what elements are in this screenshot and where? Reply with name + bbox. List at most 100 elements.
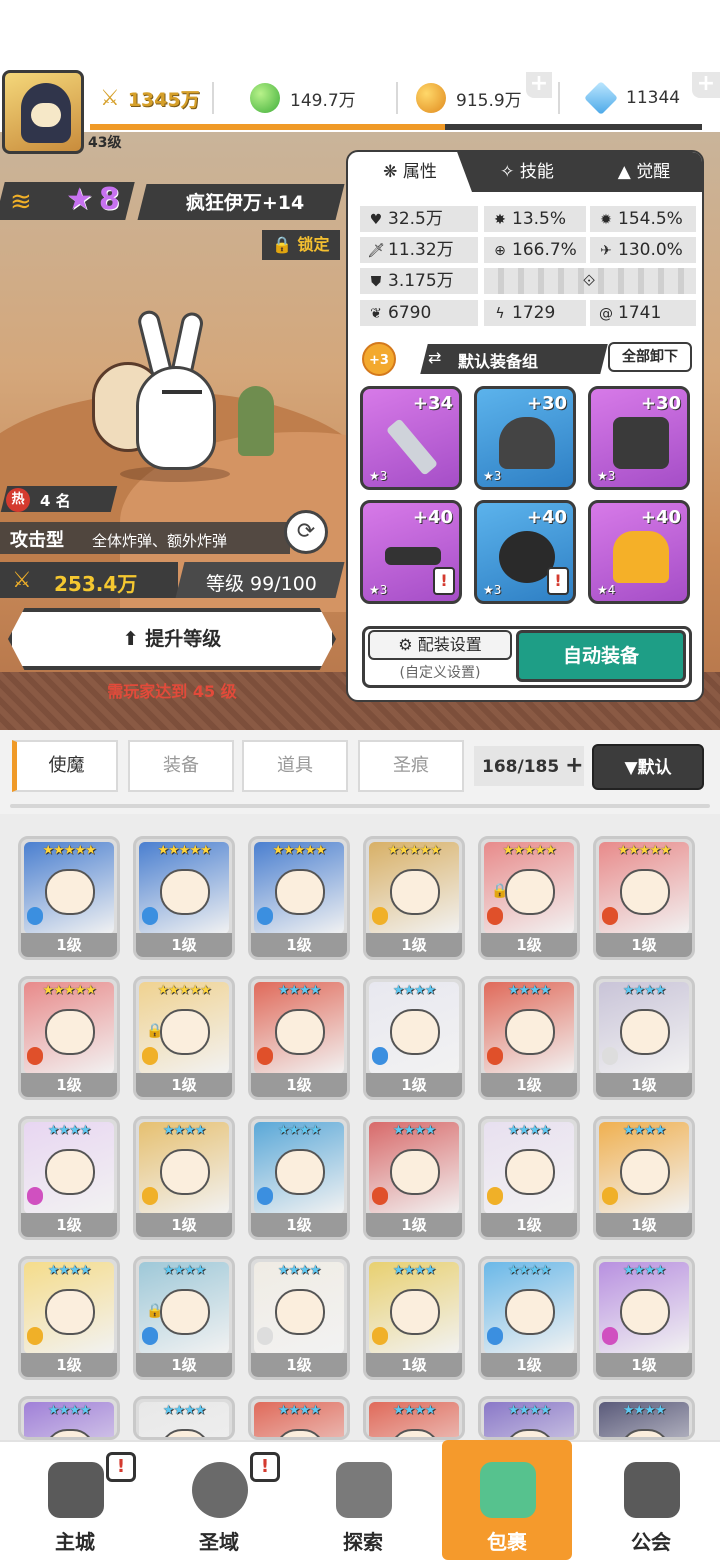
familiar-card[interactable]: ★★★★ 1级 [363,976,465,1100]
familiar-card[interactable]: ★★★★ 1级 [18,1116,120,1240]
nav-guild[interactable]: 公会 [586,1440,716,1560]
familiar-face [45,869,95,915]
familiar-card[interactable]: ★★★★ 1级 [363,1116,465,1240]
familiar-card[interactable]: ★★★★ 1级 [478,976,580,1100]
power-resource: ⚔ 1345万 [100,78,214,118]
element-icon [602,1327,618,1345]
boots-icon [613,531,669,583]
tab-awaken[interactable]: ▲ 觉醒 [582,152,702,192]
familiar-stars: ★★★★★ [387,843,441,858]
tab-stigmata[interactable]: 圣痕 [358,740,464,792]
familiar-card[interactable]: ★★★★ [133,1396,235,1440]
enhance-level: +40 [412,507,453,528]
familiar-card[interactable]: ★★★★ 1级 [478,1116,580,1240]
familiar-card[interactable]: ★★★★ 1级 [248,1256,350,1380]
familiar-card[interactable]: ★★★★ [18,1396,120,1440]
sort-dropdown[interactable]: ▼默认 [592,744,704,790]
tab-skills[interactable]: ✧ 技能 [472,152,582,192]
player-avatar[interactable] [2,70,84,154]
equip-stars: ★3 [597,469,616,483]
familiar-card[interactable]: ★★★★ 1级 [248,976,350,1100]
nav-castle[interactable]: 主城! [10,1440,140,1560]
wing-icon: ✈ [600,243,612,259]
rotate-view-button[interactable]: ⟳ [284,510,328,554]
info-icon[interactable]: ⟐ [574,268,604,294]
equip-slot-sword[interactable]: +34 ★3 [360,386,462,490]
familiar-stars: ★★★★ [392,1123,437,1138]
familiar-card[interactable]: ★★★★★ 🔒 1级 [133,976,235,1100]
diamond-resource[interactable]: 11344 [584,78,680,118]
nav-sword[interactable]: 探索 [298,1440,428,1560]
familiar-face [275,869,325,915]
swap-set-icon[interactable]: ⇄ [428,348,441,367]
equip-slot-belt[interactable]: +40 ★3! [360,500,462,604]
familiar-card[interactable]: ★★★★★ 1级 [363,836,465,960]
familiar-level: 1级 [596,1073,692,1097]
familiar-card[interactable]: ★★★★ 1级 [593,1256,695,1380]
hot-badge: 热 [6,488,30,512]
nav-label: 公会 [631,1530,671,1554]
tab-items[interactable]: 道具 [242,740,348,792]
familiar-card[interactable]: ★★★★ [248,1396,350,1440]
element-icon [27,907,43,925]
hero-character[interactable] [136,366,216,470]
familiar-stars: ★★★★ [277,1403,322,1418]
familiar-card[interactable]: ★★★★ 1级 [133,1116,235,1240]
lock-button[interactable]: 🔒 锁定 [262,230,340,260]
element-icon [487,1327,503,1345]
equip-slot-necklace[interactable]: +40 ★3! [474,500,576,604]
equip-slot-armor[interactable]: +30 ★3 [588,386,690,490]
tab-attributes[interactable]: ❋ 属性 [348,152,472,192]
familiar-level: 1级 [136,1073,232,1097]
stat-3: @1741 [590,300,696,326]
familiar-card[interactable]: ★★★★ [593,1396,695,1440]
element-icon [487,907,503,925]
element-icon [257,1187,273,1205]
familiar-card[interactable]: ★★★★ 🔒 1级 [133,1256,235,1380]
familiar-card[interactable]: ★★★★ 1级 [248,1116,350,1240]
familiar-card[interactable]: ★★★★ 1级 [363,1256,465,1380]
element-icon [487,1047,503,1065]
list-divider [10,804,710,808]
unload-all-button[interactable]: 全部卸下 [608,342,692,372]
element-icon [602,1047,618,1065]
tab-equipment[interactable]: 装备 [128,740,234,792]
familiar-card[interactable]: ★★★★★ 1级 [248,836,350,960]
familiar-face [390,1009,440,1055]
familiar-card[interactable]: ★★★★ [478,1396,580,1440]
gold-resource[interactable]: 915.9万 [416,78,522,118]
familiar-card[interactable]: ★★★★★ 1级 [18,976,120,1100]
familiar-card[interactable]: ★★★★ 1级 [593,1116,695,1240]
tab-familiars[interactable]: 使魔 [12,740,118,792]
familiar-card[interactable]: ★★★★ 1级 [478,1256,580,1380]
familiar-card[interactable]: ★★★★ 1级 [18,1256,120,1380]
enhance-level: +30 [526,393,567,414]
familiar-card[interactable]: ★★★★★ 1级 [593,836,695,960]
familiar-card[interactable]: ★★★★★ 1级 [18,836,120,960]
nav-bag[interactable]: 包裹 [442,1440,572,1560]
green-orb-icon [250,83,280,113]
familiar-level: 1级 [21,1353,117,1377]
familiar-card[interactable]: ★★★★ 1级 [593,976,695,1100]
familiar-stars: ★★★★ [162,1263,207,1278]
familiar-card[interactable]: ★★★★★ 🔒 1级 [478,836,580,960]
familiar-card[interactable]: ★★★★★ 1级 [133,836,235,960]
crosshair-icon: ⊕ [494,243,506,259]
nav-portal[interactable]: 圣域! [154,1440,284,1560]
equip-bonus-badge[interactable]: +3 [362,342,396,376]
familiar-level: 1级 [251,1073,347,1097]
equip-slot-boots[interactable]: +40 ★4 [588,500,690,604]
config-button[interactable]: ⚙ 配装设置 [368,630,512,660]
familiar-card[interactable]: ★★★★ [363,1396,465,1440]
equip-slot-helmet[interactable]: +30 ★3 [474,386,576,490]
equip-set-name[interactable]: 默认装备组 [458,348,538,372]
familiar-stars: ★★★★ [47,1123,92,1138]
inventory-count[interactable]: 168/185 + [474,746,584,786]
element-icon [142,1047,158,1065]
stat-hp: ♥ 32.5万 [360,206,478,232]
add-gold-button[interactable]: + [526,72,552,98]
add-diamond-button[interactable]: + [692,72,720,98]
auto-equip-button[interactable]: 自动装备 [516,630,686,682]
familiar-level: 1级 [481,933,577,957]
upgrade-level-label[interactable]: ⬆ 提升等级 [8,608,336,670]
